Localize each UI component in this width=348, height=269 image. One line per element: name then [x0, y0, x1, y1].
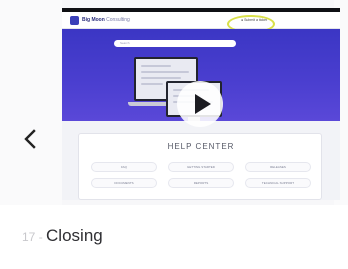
previous-button[interactable]: [20, 128, 42, 150]
help-topic-pill: Technical support: [245, 178, 311, 188]
brand-name: Big Moon Consulting: [82, 16, 130, 25]
screen-line: [141, 71, 189, 73]
hero-search-placeholder: Search: [120, 41, 130, 45]
video-player[interactable]: Big Moon Consulting ● Submit a ticket Se…: [62, 8, 340, 200]
carousel-left-gutter: [0, 0, 62, 205]
chevron-left-icon: [24, 129, 36, 149]
play-button[interactable]: [177, 81, 223, 127]
screen-line: [141, 77, 181, 79]
help-topic-pill: Releases: [245, 162, 311, 172]
brand-name-light: Consulting: [104, 17, 130, 23]
brand-name-strong: Big Moon: [82, 17, 105, 23]
help-center-title: HELP CENTER: [167, 142, 235, 151]
lesson-caption[interactable]: 17 - Closing: [22, 224, 103, 248]
hero-search-bar: Search: [114, 40, 236, 47]
screen-line: [141, 65, 171, 67]
help-topic-pill: Reports: [168, 178, 234, 188]
screen-line: [141, 83, 163, 85]
play-icon: [195, 94, 211, 114]
help-topic-pill: Getting started: [168, 162, 234, 172]
lesson-title: Closing: [46, 226, 103, 245]
help-topic-pill: Documents: [91, 178, 157, 188]
brand-logo: [70, 16, 79, 25]
lesson-number: 17: [22, 230, 36, 244]
help-topic-pill: FAQ: [91, 162, 157, 172]
video-carousel: Big Moon Consulting ● Submit a ticket Se…: [0, 0, 348, 205]
site-header: Big Moon Consulting ● Submit a ticket: [62, 12, 340, 33]
lesson-card: Big Moon Consulting ● Submit a ticket Se…: [0, 0, 348, 269]
help-center-panel: HELP CENTER FAQ Getting started Releases…: [78, 133, 322, 200]
lesson-separator: -: [35, 230, 47, 244]
